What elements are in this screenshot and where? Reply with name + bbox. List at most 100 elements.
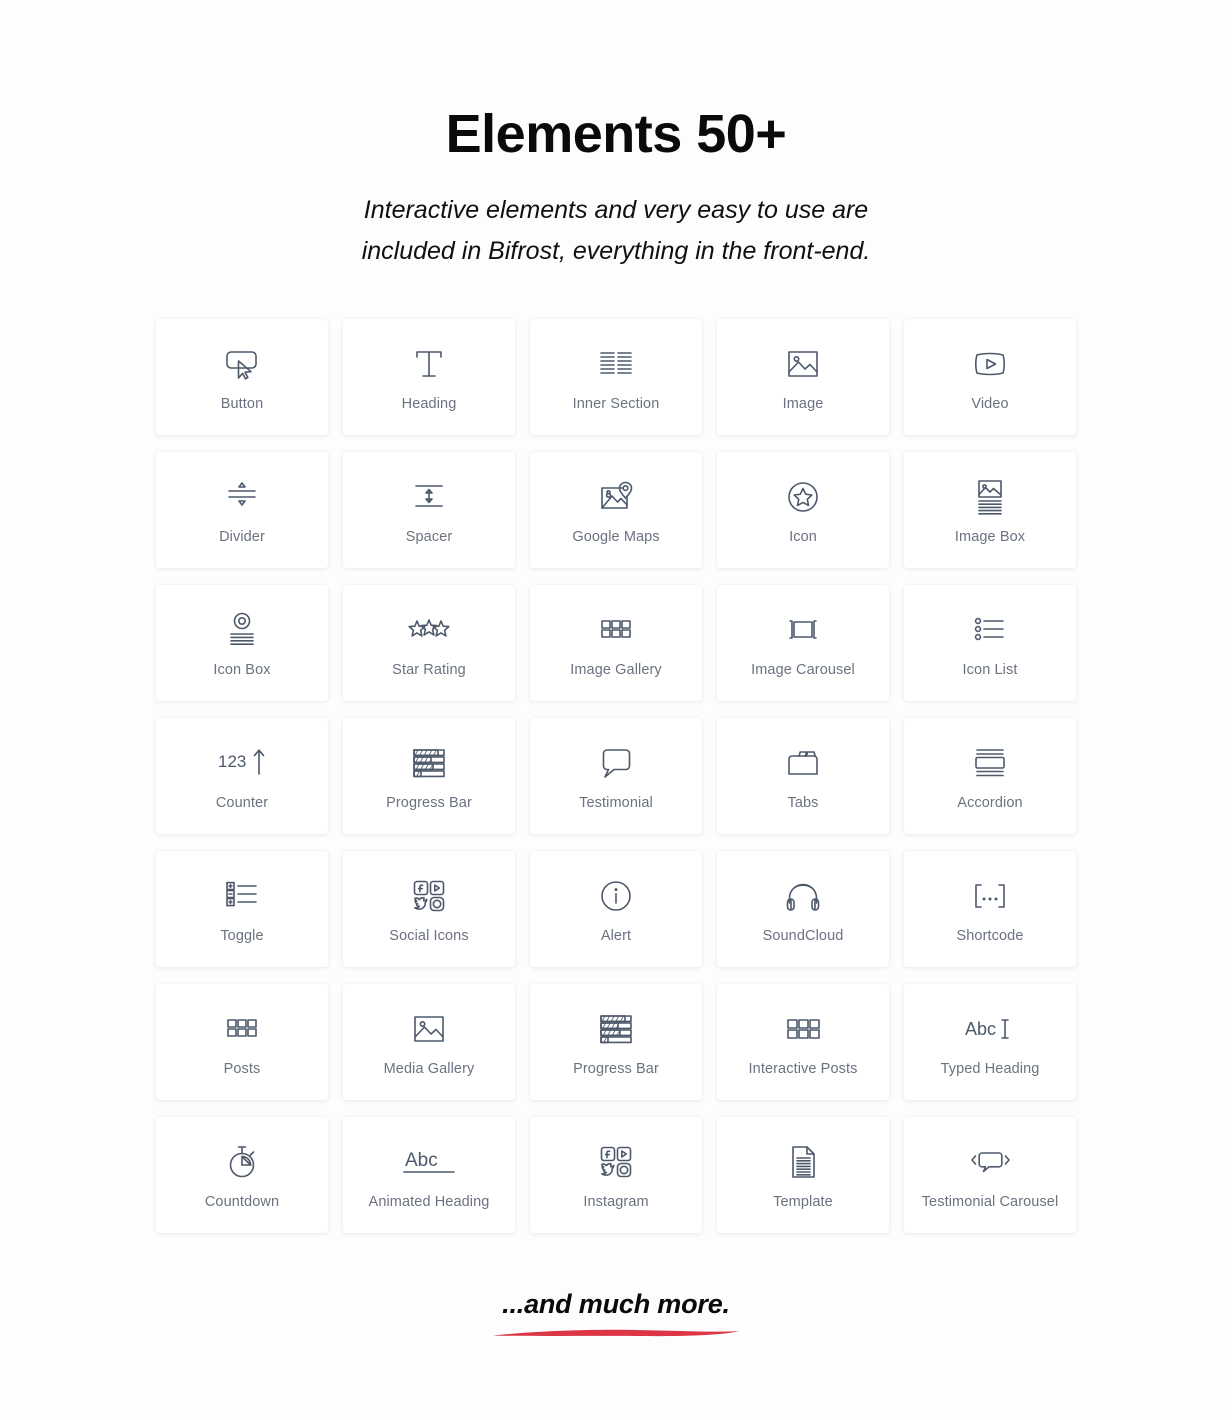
element-card[interactable]: Spacer bbox=[343, 452, 515, 569]
element-card[interactable]: Social Icons bbox=[343, 851, 515, 968]
element-card[interactable]: Shortcode bbox=[904, 851, 1076, 968]
elements-grid: Button Heading Inner Section Image Video… bbox=[156, 319, 1076, 1234]
element-card[interactable]: Progress Bar bbox=[343, 718, 515, 835]
element-card-label: Testimonial bbox=[579, 795, 653, 812]
element-card[interactable]: Heading bbox=[343, 319, 515, 436]
svg-text:Abc: Abc bbox=[965, 1019, 996, 1039]
element-card[interactable]: Testimonial bbox=[530, 718, 702, 835]
element-card-label: Shortcode bbox=[956, 928, 1024, 945]
speech-bubble-icon bbox=[599, 740, 633, 786]
element-card[interactable]: Image Gallery bbox=[530, 585, 702, 702]
element-card-label: Alert bbox=[600, 928, 632, 945]
element-card[interactable]: SoundCloud bbox=[717, 851, 889, 968]
element-card-label: Image Gallery bbox=[570, 662, 662, 679]
gallery-grid-icon bbox=[598, 607, 634, 653]
element-card[interactable]: Image Box bbox=[904, 452, 1076, 569]
element-card[interactable]: Image Carousel bbox=[717, 585, 889, 702]
alert-info-circle-icon bbox=[599, 873, 633, 919]
page-subtitle: Interactive elements and very easy to us… bbox=[0, 190, 1232, 271]
posts-grid-icon bbox=[224, 1006, 260, 1052]
element-card[interactable]: Media Gallery bbox=[343, 984, 515, 1101]
element-card-label: Spacer bbox=[405, 529, 453, 546]
animated-heading-abc-icon: Abc bbox=[401, 1139, 457, 1185]
element-card[interactable]: Accordion bbox=[904, 718, 1076, 835]
element-card[interactable]: Icon List bbox=[904, 585, 1076, 702]
element-card[interactable]: Google Maps bbox=[530, 452, 702, 569]
element-card-label: Posts bbox=[223, 1061, 261, 1078]
element-card-label: Image bbox=[782, 396, 824, 413]
subtitle-line-2: included in Bifrost, everything in the f… bbox=[361, 236, 871, 265]
elements-showcase-page: Elements 50+ Interactive elements and ve… bbox=[0, 0, 1232, 1420]
element-card[interactable]: Testimonial Carousel bbox=[904, 1117, 1076, 1234]
red-brush-underline-icon bbox=[493, 1330, 739, 1337]
element-card[interactable]: Interactive Posts bbox=[717, 984, 889, 1101]
element-card[interactable]: Icon bbox=[717, 452, 889, 569]
image-picture-icon bbox=[785, 341, 821, 387]
element-card[interactable]: Tabs bbox=[717, 718, 889, 835]
element-card[interactable]: Template bbox=[717, 1117, 889, 1234]
element-card-label: Instagram bbox=[583, 1194, 649, 1211]
element-card[interactable]: Countdown bbox=[156, 1117, 328, 1234]
google-maps-pin-icon bbox=[598, 474, 634, 520]
element-card-label: Progress Bar bbox=[573, 1061, 659, 1078]
counter-123-arrow-icon: 123 bbox=[216, 740, 268, 786]
element-card[interactable]: 123 Counter bbox=[156, 718, 328, 835]
element-card-label: Social Icons bbox=[389, 928, 469, 945]
element-card-label: Typed Heading bbox=[940, 1061, 1040, 1078]
subtitle-line-1: Interactive elements and very easy to us… bbox=[363, 196, 869, 225]
social-icons-icon bbox=[599, 1139, 633, 1185]
testimonial-carousel-icon bbox=[968, 1139, 1012, 1185]
shortcode-brackets-icon bbox=[968, 873, 1012, 919]
element-card[interactable]: Inner Section bbox=[530, 319, 702, 436]
element-card-label: Icon bbox=[789, 529, 817, 546]
element-card-label: Image Carousel bbox=[751, 662, 855, 679]
social-icons-icon bbox=[412, 873, 446, 919]
progress-bar-icon bbox=[410, 740, 448, 786]
element-card-label: Toggle bbox=[220, 928, 264, 945]
svg-text:123: 123 bbox=[218, 752, 246, 771]
interactive-posts-grid-icon bbox=[784, 1006, 822, 1052]
element-card-label: Counter bbox=[215, 795, 269, 812]
element-card-label: Icon Box bbox=[213, 662, 271, 679]
element-card[interactable]: Image bbox=[717, 319, 889, 436]
element-card-label: Icon List bbox=[962, 662, 1018, 679]
spacer-icon bbox=[411, 474, 447, 520]
element-card-label: Star Rating bbox=[392, 662, 466, 679]
footer-text: ...and much more. bbox=[502, 1289, 730, 1320]
toggle-plus-list-icon bbox=[224, 873, 260, 919]
element-card[interactable]: Progress Bar bbox=[530, 984, 702, 1101]
element-card-label: Animated Heading bbox=[368, 1194, 490, 1211]
element-card[interactable]: Posts bbox=[156, 984, 328, 1101]
button-cursor-icon bbox=[222, 341, 262, 387]
element-card[interactable]: Star Rating bbox=[343, 585, 515, 702]
element-card-label: Interactive Posts bbox=[748, 1061, 858, 1078]
template-document-icon bbox=[787, 1139, 819, 1185]
element-card[interactable]: Abc Animated Heading bbox=[343, 1117, 515, 1234]
media-gallery-picture-icon bbox=[411, 1006, 447, 1052]
element-card-label: Template bbox=[773, 1194, 833, 1211]
element-card-label: Heading bbox=[401, 396, 457, 413]
element-card-label: Tabs bbox=[787, 795, 819, 812]
typed-heading-abc-caret-icon: Abc bbox=[963, 1006, 1017, 1052]
element-card[interactable]: Alert bbox=[530, 851, 702, 968]
element-card-label: Progress Bar bbox=[386, 795, 472, 812]
element-card[interactable]: Button bbox=[156, 319, 328, 436]
element-card[interactable]: Abc Typed Heading bbox=[904, 984, 1076, 1101]
image-box-icon bbox=[973, 474, 1007, 520]
element-card[interactable]: Video bbox=[904, 319, 1076, 436]
star-circle-icon bbox=[785, 474, 821, 520]
element-card-label: Google Maps bbox=[572, 529, 660, 546]
svg-text:Abc: Abc bbox=[405, 1150, 438, 1171]
element-card-label: Button bbox=[220, 396, 264, 413]
element-card[interactable]: Icon Box bbox=[156, 585, 328, 702]
element-card[interactable]: Divider bbox=[156, 452, 328, 569]
element-card[interactable]: Toggle bbox=[156, 851, 328, 968]
star-rating-icon bbox=[407, 607, 451, 653]
tabs-folder-icon bbox=[785, 740, 821, 786]
divider-icon bbox=[224, 474, 260, 520]
element-card-label: Accordion bbox=[957, 795, 1023, 812]
element-card-label: Inner Section bbox=[572, 396, 660, 413]
element-card[interactable]: Instagram bbox=[530, 1117, 702, 1234]
element-card-label: Countdown bbox=[204, 1194, 280, 1211]
elements-grid-container: Button Heading Inner Section Image Video… bbox=[156, 319, 1076, 1234]
